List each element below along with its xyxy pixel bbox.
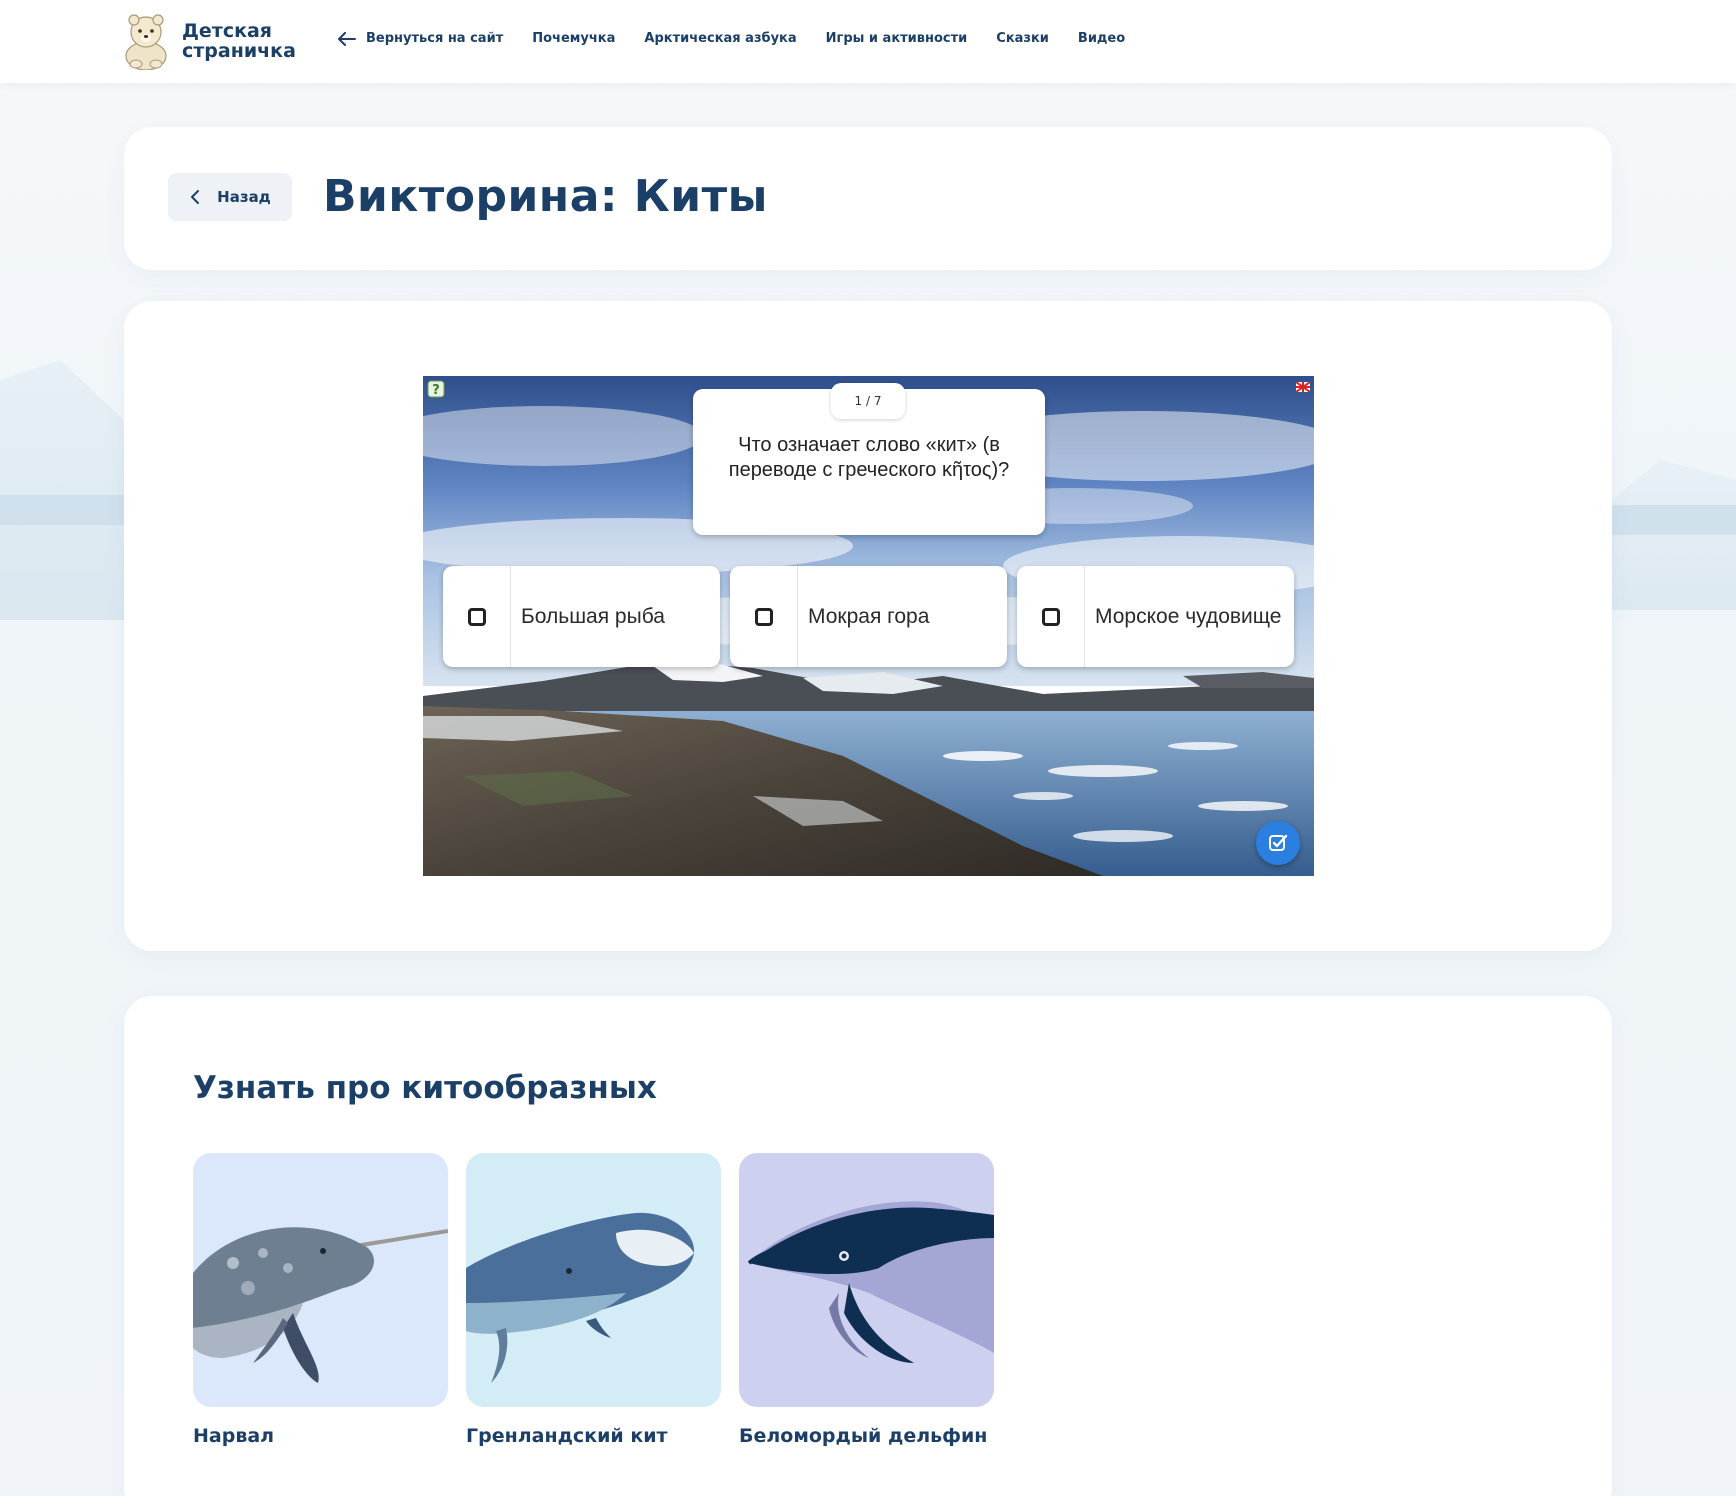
- polar-bear-logo-icon: [125, 14, 167, 70]
- check-edit-icon: [1269, 834, 1288, 851]
- answer-checkbox-wrap: [730, 566, 798, 667]
- nav-arctic-alphabet[interactable]: Арктическая азбука: [644, 31, 796, 46]
- narwhal-image[interactable]: [193, 1153, 448, 1407]
- question-counter: 1 / 7: [831, 383, 905, 419]
- nav-games[interactable]: Игры и активности: [826, 31, 968, 46]
- answer-option-1[interactable]: Большая рыба: [443, 566, 720, 667]
- question-text: Что означает слово «кит» (в переводе с г…: [728, 434, 1010, 481]
- submit-answer-button[interactable]: [1256, 821, 1300, 865]
- arrow-left-icon: [338, 31, 356, 46]
- nav-pochemuchka[interactable]: Почемучка: [532, 31, 615, 46]
- logo-line-1: Детская: [182, 20, 272, 42]
- tile-label[interactable]: Нарвал: [193, 1425, 448, 1447]
- title-card: Назад Викторина: Киты: [124, 127, 1612, 270]
- site-logo[interactable]: Детская страничка: [122, 12, 296, 70]
- checkbox[interactable]: [754, 607, 773, 626]
- answer-option-2[interactable]: Мокрая гора: [730, 566, 1007, 667]
- back-button-label: Назад: [217, 188, 271, 206]
- tile-narwhal[interactable]: Нарвал: [193, 1153, 448, 1447]
- tile-label[interactable]: Гренландский кит: [466, 1425, 721, 1447]
- cetacean-tiles: Нарвал Гренландский кит Беломордый дельф…: [193, 1153, 1012, 1447]
- checkbox[interactable]: [467, 607, 486, 626]
- help-icon[interactable]: ?: [427, 380, 445, 398]
- narwhal-illustration-icon: [193, 1227, 448, 1383]
- logo-line-2: страничка: [182, 40, 296, 62]
- back-button[interactable]: Назад: [168, 173, 292, 221]
- logo-text: Детская страничка: [182, 21, 296, 61]
- bowhead-whale-image[interactable]: [466, 1153, 721, 1407]
- tile-white-beaked-dolphin[interactable]: Беломордый дельфин: [739, 1153, 994, 1447]
- chevron-left-icon: [191, 190, 200, 204]
- answer-option-3[interactable]: Морское чудовище: [1017, 566, 1294, 667]
- answer-label: Морское чудовище: [1095, 604, 1282, 628]
- bowhead-whale-illustration-icon: [466, 1212, 695, 1383]
- answer-checkbox-wrap: [1017, 566, 1085, 667]
- nav-fairy-tales[interactable]: Сказки: [996, 31, 1049, 46]
- white-beaked-dolphin-image[interactable]: [739, 1153, 994, 1407]
- answer-checkbox-wrap: [443, 566, 511, 667]
- nav-back-to-site-label: Вернуться на сайт: [366, 31, 504, 46]
- fullscreen-icon[interactable]: [1296, 382, 1310, 392]
- page-title: Викторина: Киты: [323, 171, 768, 222]
- section-title: Узнать про китообразных: [193, 1070, 657, 1106]
- quiz-widget: ? 1 / 7 Что означает слово «кит» (в пере…: [423, 376, 1314, 876]
- main-nav: Вернуться на сайт Почемучка Арктическая …: [338, 31, 1154, 46]
- site-header: Детская страничка Вернуться на сайт Поче…: [0, 0, 1736, 83]
- nav-back-to-site[interactable]: Вернуться на сайт: [338, 31, 503, 46]
- learn-about-cetaceans-card: Узнать про китообразных Нарвал Гренландс…: [124, 996, 1612, 1496]
- tile-label[interactable]: Беломордый дельфин: [739, 1425, 994, 1447]
- answer-options: Большая рыба Мокрая гора Морское чудовищ…: [443, 566, 1304, 667]
- dolphin-illustration-icon: [747, 1201, 994, 1363]
- answer-label: Мокрая гора: [808, 604, 930, 628]
- question-card: 1 / 7 Что означает слово «кит» (в перево…: [693, 383, 1045, 535]
- tile-bowhead-whale[interactable]: Гренландский кит: [466, 1153, 721, 1447]
- answer-label: Большая рыба: [521, 604, 665, 628]
- nav-video[interactable]: Видео: [1078, 31, 1125, 46]
- quiz-card: ? 1 / 7 Что означает слово «кит» (в пере…: [124, 301, 1612, 951]
- svg-text:?: ?: [432, 383, 440, 398]
- checkbox[interactable]: [1041, 607, 1060, 626]
